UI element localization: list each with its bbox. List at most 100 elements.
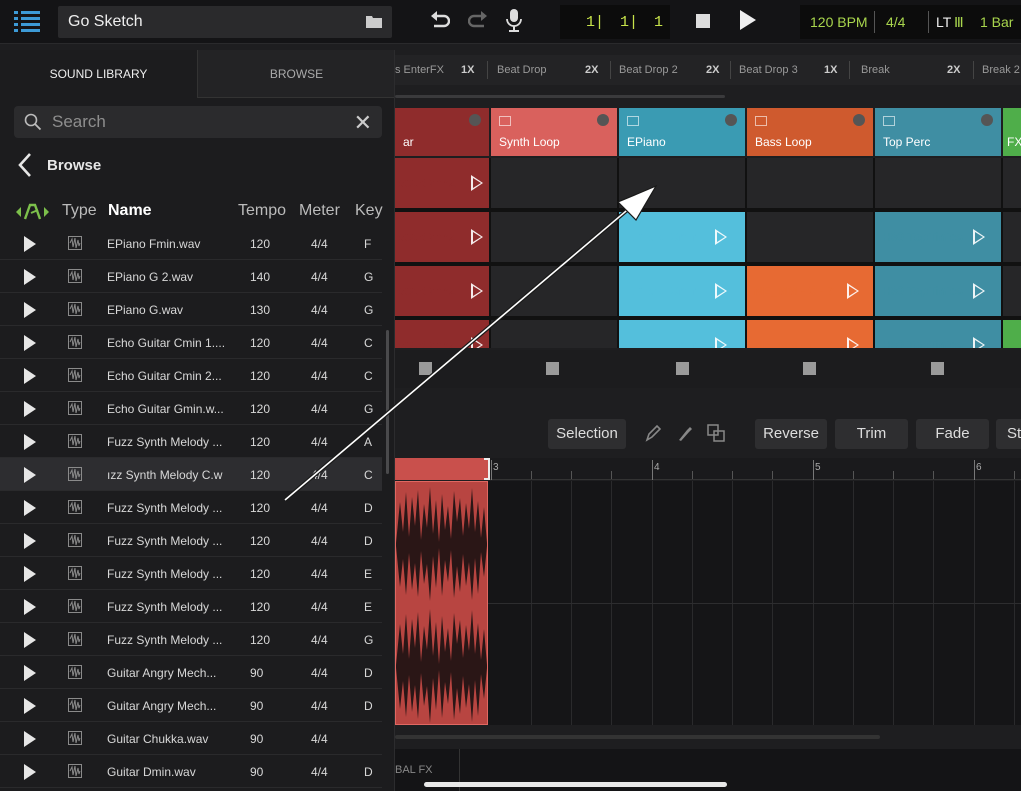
track-header[interactable]: EPiano	[619, 108, 745, 156]
clip-play-icon[interactable]	[847, 337, 859, 348]
scene-label[interactable]: Break	[861, 55, 890, 85]
track-stop-button[interactable]	[546, 362, 559, 375]
play-icon[interactable]	[24, 533, 36, 549]
scene-multiplier[interactable]: 1X	[461, 55, 474, 85]
list-scrollbar[interactable]	[386, 330, 389, 474]
clip[interactable]: EPiano Cmin	[619, 212, 745, 262]
scene-label[interactable]: Beat Drop 3	[739, 55, 798, 85]
sound-row[interactable]: Echo Guitar Cmin 1.... 120 4/4 C	[0, 326, 382, 359]
empty-slot[interactable]	[491, 266, 617, 316]
column-tempo[interactable]: Tempo	[238, 202, 286, 220]
play-icon[interactable]	[24, 632, 36, 648]
sound-row[interactable]: Fuzz Synth Melody ... 120 4/4 D	[0, 524, 382, 557]
scene-multiplier[interactable]: 2X	[706, 55, 719, 85]
selection-button[interactable]: Selection	[548, 419, 626, 449]
empty-slot[interactable]	[747, 158, 873, 208]
sound-row[interactable]: Guitar Angry Mech... 90 4/4 D	[0, 689, 382, 722]
trim-button[interactable]: Trim	[835, 419, 908, 449]
play-icon[interactable]	[24, 764, 36, 780]
sound-row[interactable]: EPiano G 2.wav 140 4/4 G	[0, 260, 382, 293]
menu-icon[interactable]	[14, 10, 40, 32]
play-icon[interactable]	[24, 467, 36, 483]
tab-sound-library[interactable]: SOUND LIBRARY	[0, 50, 198, 98]
clip-play-icon[interactable]	[973, 337, 985, 348]
tab-browse[interactable]: BROWSE	[198, 50, 394, 98]
clip[interactable]: H90 TopTinies	[875, 320, 1001, 348]
track-header[interactable]: Bass Loop	[747, 108, 873, 156]
position-display[interactable]: 1| 1| 1	[560, 5, 670, 39]
empty-slot[interactable]	[1003, 158, 1021, 208]
scene-scrollbar[interactable]	[395, 95, 725, 98]
sound-row[interactable]: Fuzz Synth Melody ... 120 4/4 G	[0, 623, 382, 656]
clip[interactable]: EPiano Cmin	[619, 320, 745, 348]
folder-icon[interactable]	[366, 15, 382, 28]
play-icon[interactable]	[24, 665, 36, 681]
redo-icon[interactable]	[468, 10, 490, 32]
clip[interactable]: Ar	[1003, 320, 1021, 348]
clip-play-icon[interactable]	[471, 283, 483, 299]
clip-play-icon[interactable]	[973, 229, 985, 245]
reverse-button[interactable]: Reverse	[755, 419, 827, 449]
track-header[interactable]: Synth Loop	[491, 108, 617, 156]
close-icon[interactable]: ✕	[354, 110, 372, 136]
play-icon[interactable]	[24, 599, 36, 615]
track-stop-button[interactable]	[419, 362, 432, 375]
tempo-display[interactable]: 120 BPM 4/4 LT Ⅲ 1 Bar	[800, 5, 1021, 39]
empty-slot[interactable]	[1003, 212, 1021, 262]
sound-row[interactable]: Fuzz Synth Melody ... 120 4/4 E	[0, 590, 382, 623]
fade-button[interactable]: Fade	[916, 419, 989, 449]
column-name[interactable]: Name	[108, 202, 152, 220]
empty-slot[interactable]	[875, 158, 1001, 208]
microphone-icon[interactable]	[506, 9, 522, 33]
play-icon[interactable]	[24, 731, 36, 747]
clip-play-icon[interactable]	[715, 283, 727, 299]
play-icon[interactable]	[24, 269, 36, 285]
empty-slot[interactable]	[619, 158, 745, 208]
chevron-left-icon[interactable]	[18, 152, 32, 178]
pencil-icon[interactable]	[645, 424, 661, 442]
scene-label[interactable]: Beat Drop	[497, 55, 547, 85]
song-title-field[interactable]: Go Sketch	[58, 6, 392, 38]
bpm-value[interactable]: 120 BPM	[810, 14, 868, 30]
play-icon[interactable]	[24, 698, 36, 714]
record-arm-icon[interactable]	[469, 114, 481, 126]
region-header[interactable]	[395, 458, 488, 480]
scene-label[interactable]: Break 2	[982, 55, 1020, 85]
clip[interactable]: oGtrCmn2	[395, 266, 489, 316]
eyedropper-icon[interactable]	[677, 424, 693, 442]
back-label[interactable]: Browse	[47, 157, 101, 174]
empty-slot[interactable]	[1003, 266, 1021, 316]
scene-label[interactable]: Beat Drop 2	[619, 55, 678, 85]
sound-row[interactable]: Fuzz Synth Melody ... 120 4/4 D	[0, 491, 382, 524]
sound-row[interactable]: Fuzz Synth Melody ... 120 4/4 E	[0, 557, 382, 590]
clip[interactable]: NE_MM - C - 7	[747, 320, 873, 348]
clip-play-icon[interactable]	[471, 175, 483, 191]
sound-row[interactable]: Echo Guitar Gmin.w... 120 4/4 G	[0, 392, 382, 425]
record-arm-icon[interactable]	[853, 114, 865, 126]
track-header[interactable]: Top Perc	[875, 108, 1001, 156]
lt-label[interactable]: LT	[936, 14, 951, 30]
record-arm-icon[interactable]	[981, 114, 993, 126]
stop-button[interactable]	[696, 14, 710, 28]
clip[interactable]: oGtrCmn2	[395, 212, 489, 262]
clip[interactable]: NE_MM - C - 7	[747, 266, 873, 316]
clip-play-icon[interactable]	[471, 337, 483, 348]
undo-icon[interactable]	[428, 10, 450, 32]
record-arm-icon[interactable]	[597, 114, 609, 126]
home-indicator[interactable]	[424, 782, 727, 787]
column-type[interactable]: Type	[62, 202, 97, 220]
play-icon[interactable]	[24, 302, 36, 318]
column-key[interactable]: Key	[355, 202, 383, 220]
play-icon[interactable]	[24, 335, 36, 351]
region-end-bracket[interactable]	[484, 458, 490, 480]
sound-row[interactable]: Guitar Dmin.wav 90 4/4 D	[0, 755, 382, 788]
play-icon[interactable]	[24, 368, 36, 384]
clip-play-icon[interactable]	[715, 229, 727, 245]
record-arm-icon[interactable]	[725, 114, 737, 126]
timeline-scrollbar[interactable]	[395, 735, 880, 739]
sound-row[interactable]: Echo Guitar Cmin 2... 120 4/4 C	[0, 359, 382, 392]
clip-play-icon[interactable]	[847, 283, 859, 299]
clip-play-icon[interactable]	[715, 337, 727, 348]
scene-multiplier[interactable]: 2X	[947, 55, 960, 85]
clip-play-icon[interactable]	[973, 283, 985, 299]
